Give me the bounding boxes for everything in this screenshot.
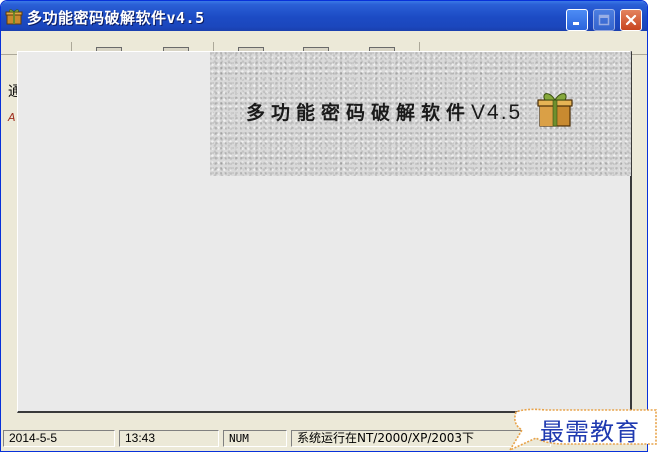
close-button[interactable] [620,9,642,31]
gift-box-icon [537,93,573,127]
watermark-text: 最需教育 [540,418,640,446]
splash-version: V4.5 [471,101,523,124]
maximize-button[interactable] [593,9,615,31]
splash-screen: 多功能密码破解软件V4.5 [17,51,632,413]
status-time: 13:43 [119,430,219,447]
gift-box-icon [5,9,23,25]
status-num-lock: NUM [223,430,287,447]
status-date: 2014-5-5 [3,430,115,447]
window-title: 多功能密码破解软件v4.5 [27,9,205,27]
splash-title: 多功能密码破解软件V4.5 [246,98,522,125]
list-glyph-partial: A [8,111,16,124]
title-bar[interactable]: 多功能密码破解软件v4.5 [1,1,647,31]
maximize-icon [598,14,610,26]
splash-title-text: 多功能密码破解软件 [246,102,472,124]
minimize-icon [573,22,579,25]
minimize-button[interactable] [566,9,588,31]
close-icon [625,14,637,26]
app-window: 多功能密码破解软件v4.5 通 A 多功能密码破解软件V4.5 2014-5-5… [0,0,648,452]
watermark-badge: 最需教育 [506,404,661,457]
splash-banner: 多功能密码破解软件V4.5 [210,52,631,176]
